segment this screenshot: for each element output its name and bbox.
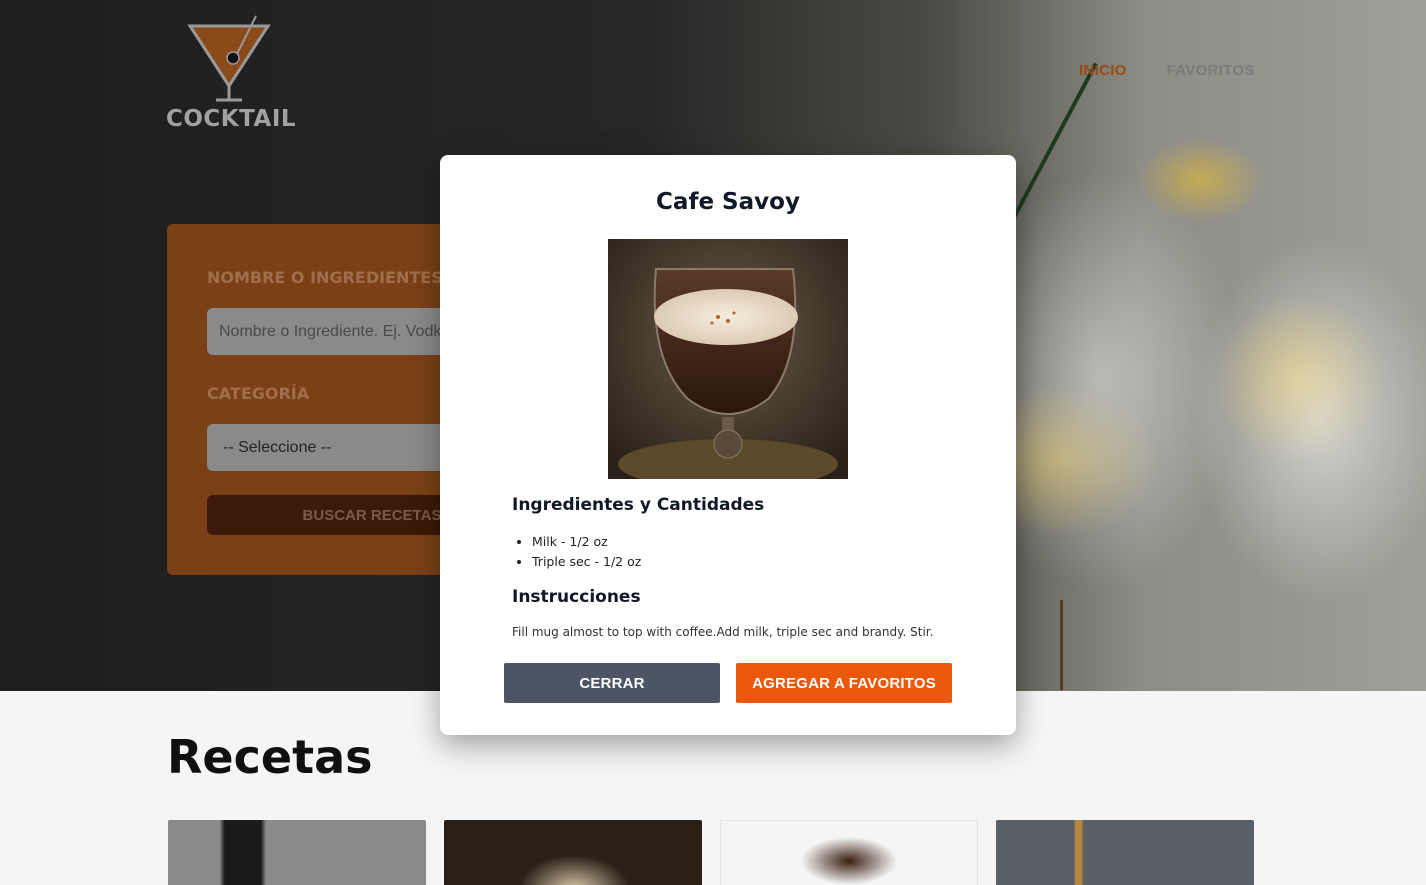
recipe-modal: Cafe Savoy Ingredientes y Cantidades • M… <box>440 155 1016 735</box>
modal-title: Cafe Savoy <box>656 189 800 215</box>
brand-logo[interactable]: COCKTAIL <box>166 14 298 132</box>
ingredients-heading: Ingredientes y Cantidades <box>512 495 765 515</box>
instructions-heading: Instrucciones <box>512 587 641 607</box>
main-nav: INICIO FAVORITOS <box>1079 62 1255 79</box>
ingredient-item: Milk - 1/2 oz <box>532 532 641 552</box>
logo-text: COCKTAIL <box>166 106 297 132</box>
add-to-favorites-button[interactable]: AGREGAR A FAVORITOS <box>736 663 952 703</box>
nav-inicio[interactable]: INICIO <box>1079 62 1127 79</box>
instructions-text: Fill mug almost to top with coffee.Add m… <box>512 625 934 639</box>
cocktail-image <box>608 239 848 479</box>
ingredient-item: Triple sec - 1/2 oz <box>532 552 641 572</box>
nav-favoritos[interactable]: FAVORITOS <box>1167 62 1255 79</box>
recipe-card[interactable] <box>996 820 1254 885</box>
recipe-card[interactable] <box>444 820 702 885</box>
name-field-label: NOMBRE O INGREDIENTES <box>207 268 443 287</box>
recipe-card[interactable] <box>168 820 426 885</box>
ingredients-list: Milk - 1/2 oz Triple sec - 1/2 oz <box>532 532 641 572</box>
category-field-label: CATEGORÍA <box>207 384 310 403</box>
close-button[interactable]: CERRAR <box>504 663 720 703</box>
straw <box>1060 600 1063 690</box>
recipes-section-title: Recetas <box>167 730 373 784</box>
martini-glass-icon <box>187 15 271 102</box>
recipe-card[interactable] <box>720 820 978 885</box>
